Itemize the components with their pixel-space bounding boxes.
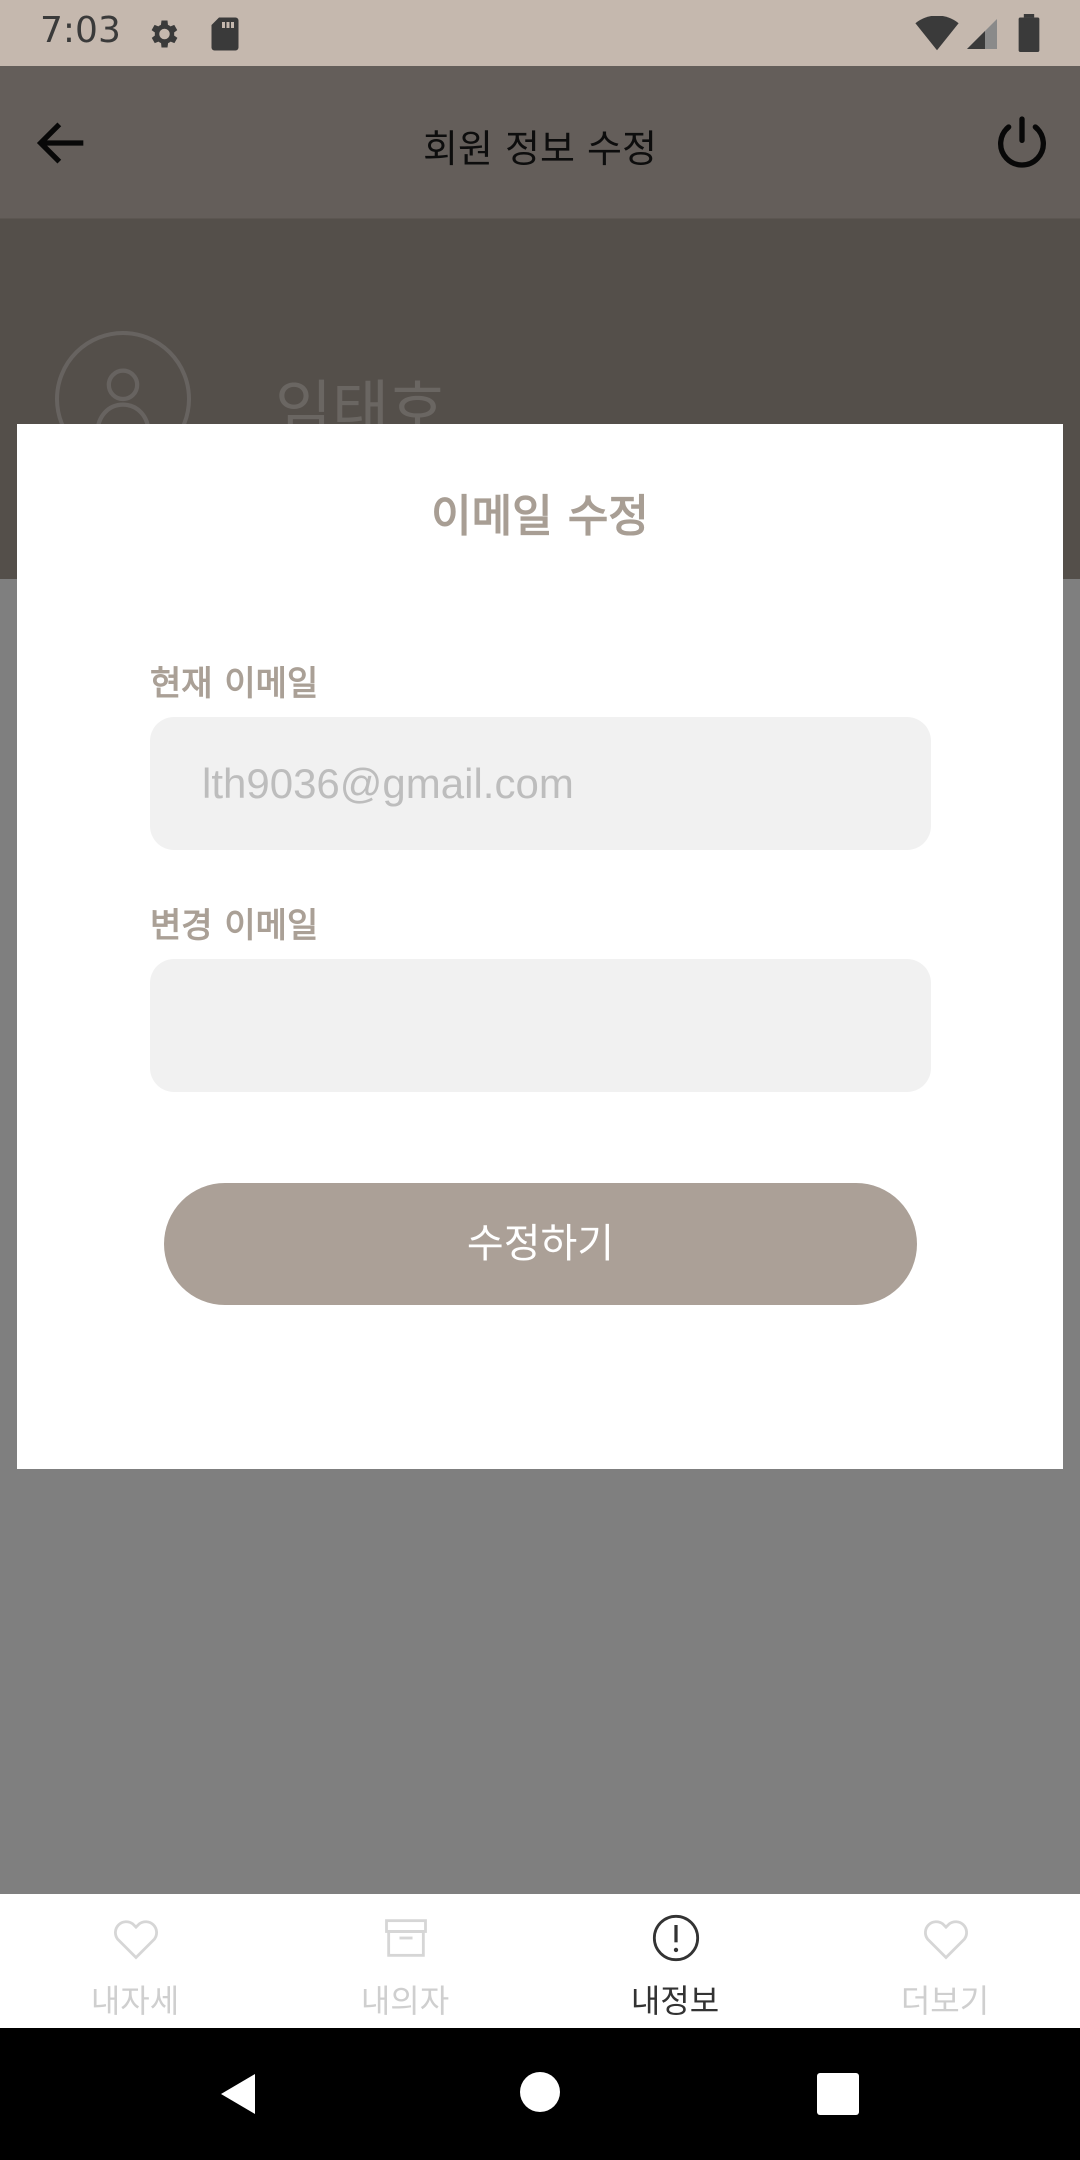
wifi-icon [915,16,959,51]
sd-card-icon [211,17,239,51]
nav-item-chair[interactable]: 내의자 [270,1894,540,2028]
status-time: 7:03 [40,10,121,51]
nav-item-posture[interactable]: 내자세 [0,1894,270,2028]
dialog-title: 이메일 수정 [431,491,649,542]
new-email-field[interactable] [150,959,931,1092]
nav-label-posture: 내자세 [90,1982,180,2020]
new-email-label: 변경 이메일 [150,906,319,946]
nav-label-chair: 내의자 [360,1982,450,2020]
gear-icon [151,20,178,48]
nav-item-info[interactable]: 내정보 [540,1894,810,2028]
email-edit-dialog: 이메일 수정 현재 이메일 변경 이메일 수정하기 [17,424,1063,1469]
submit-button[interactable]: 수정하기 [164,1183,917,1305]
heart-icon [114,1920,158,1960]
battery-icon [1018,14,1040,52]
back-triangle-icon[interactable] [215,2070,263,2118]
current-email-label: 현재 이메일 [150,664,319,704]
nav-label-more: 더보기 [900,1982,990,2020]
current-email-field[interactable] [150,717,931,850]
bottom-nav: 내자세 내의자 내정보 더보기 [0,1894,1080,2028]
heart-icon [924,1920,968,1960]
signal-icon [967,19,997,49]
recent-apps-icon[interactable] [817,2073,859,2115]
nav-label-info: 내정보 [630,1982,720,2020]
archive-box-icon [385,1919,427,1957]
system-nav-bar [0,2028,1080,2160]
info-circle-icon [652,1914,700,1962]
status-bar: 7:03 [0,0,1080,66]
nav-item-more[interactable]: 더보기 [810,1894,1080,2028]
home-circle-icon[interactable] [520,2072,560,2112]
